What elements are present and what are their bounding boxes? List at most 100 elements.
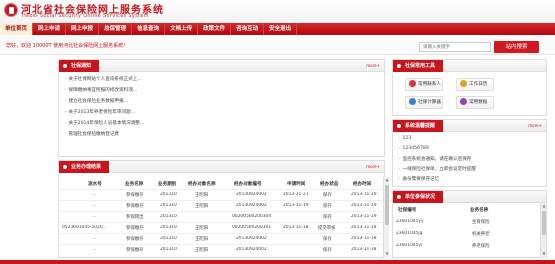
site-header: 河北省社会保险网上服务系统 Hebei Social Security Onli… — [0, 0, 555, 23]
table-row: … — [92, 192, 97, 197]
table-cell: 保存 — [323, 215, 332, 220]
announcement-item[interactable]: 关于2014年保险人员基本情况调整... — [65, 120, 144, 126]
nav-policy-files[interactable]: 政策文件 — [198, 23, 232, 35]
nav-info-query[interactable]: 信息查询 — [132, 23, 166, 35]
scroll-down-icon[interactable]: ▼ — [541, 251, 547, 257]
announcements-panel: 社保通知 more+ 关于社保网站个人查询系统正式上... 保障缴纳事宜所报的修… — [58, 59, 385, 157]
calendar-tool-button[interactable]: 工作日历 — [456, 78, 494, 91]
table-cell: 王昭阳 — [195, 226, 209, 231]
insured-status-title: 单位参保状况 — [393, 191, 444, 203]
calendar-icon — [460, 80, 467, 87]
announcement-item[interactable]: 关于社保网站个人查询系统正式上... — [65, 76, 141, 82]
scroll-down-icon[interactable]: ▼ — [384, 251, 390, 257]
nav-consult[interactable]: 咨询互动 — [231, 23, 265, 35]
table-cell: 保存 — [323, 248, 332, 253]
nav-insurance-manage[interactable]: 总保管理 — [99, 23, 133, 35]
table-cell: 2013-11-19 — [283, 203, 309, 208]
table-cell[interactable]: 参保缴存 — [126, 203, 144, 209]
nav-home[interactable]: 单位首页 — [0, 23, 34, 35]
tool-label: 常用联系人 — [418, 82, 441, 87]
message-item[interactable]: 一线保险社保单，立即会议定时提醒 — [399, 166, 476, 172]
announcement-item[interactable]: 建立社会保险业务数据申报... — [65, 98, 128, 104]
row-divider — [58, 233, 385, 234]
search-button[interactable]: 站内搜索 — [494, 41, 539, 53]
table-cell[interactable]: 参保转出 — [126, 214, 144, 220]
table-cell[interactable]: 参保缴存 — [126, 236, 144, 242]
table-cell: 王昭阳 — [195, 193, 209, 198]
data-icon — [460, 98, 467, 105]
scroll-up-icon[interactable]: ▲ — [384, 177, 390, 183]
data-tool-button[interactable]: 常用数据 — [456, 96, 494, 109]
table-cell: 2013-11-18 — [283, 225, 309, 230]
nav-doc-upload[interactable]: 文档上传 — [165, 23, 199, 35]
table-cell: 2013-11-19 — [351, 203, 377, 208]
business-results-title: 业务办理结果 — [59, 161, 110, 173]
logo-icon — [4, 3, 18, 17]
col-apply-time: 申请时间 — [287, 182, 306, 187]
announcements-more-link[interactable]: more+ — [366, 63, 380, 68]
table-cell: 201310 — [160, 214, 177, 219]
insured-status-header: 单位参保状况 — [393, 191, 546, 203]
tool-label: 社保计算器 — [418, 100, 441, 105]
tools-header: 社保常用工具 — [393, 60, 546, 72]
table-cell: 2013-11-21 — [283, 192, 309, 197]
scroll-thumb[interactable] — [542, 211, 546, 235]
table-scrollbar[interactable]: ▲ ▼ — [383, 177, 389, 258]
announcement-item[interactable]: 关于2013年养老保险年审问题... — [65, 109, 135, 115]
row-divider — [58, 211, 385, 212]
announcement-item[interactable]: 管理社会保险缴纳登记费 — [65, 131, 119, 137]
search-input[interactable] — [419, 42, 491, 52]
table-cell: 201310 — [160, 247, 177, 252]
table-cell: 201310 — [160, 192, 177, 197]
business-results-header: 业务办理结果 more+ — [59, 161, 384, 173]
col-insured-business: 业务名称 — [470, 208, 489, 213]
insured-scrollbar[interactable]: ▲ ▼ — [540, 203, 546, 258]
nav-logout[interactable]: 安全退出 — [264, 23, 298, 35]
message-item[interactable]: 监控系统会通知，请在确认后保存 — [399, 156, 471, 162]
message-item[interactable]: 123456789 — [399, 146, 428, 151]
table-cell[interactable]: 参保缴存 — [126, 192, 144, 198]
col-business-name: 业务名称 — [125, 182, 144, 187]
list-item: 生育保险 — [472, 220, 490, 225]
table-cell: 201310 — [160, 203, 177, 208]
tool-label: 工作日历 — [469, 82, 488, 87]
contacts-tool-button[interactable]: 常用联系人 — [405, 78, 443, 91]
table-cell: 王昭阳 — [195, 237, 209, 242]
col-insured-id: 社保编号 — [398, 208, 417, 213]
message-item[interactable]: 备份需要保存记忆 — [399, 176, 439, 182]
col-period: 业务期别 — [158, 182, 177, 187]
col-handle-time: 经办时间 — [353, 182, 372, 187]
calculator-tool-button[interactable]: 社保计算器 — [405, 96, 443, 109]
table-cell: 2013-11-18 — [351, 225, 377, 230]
table-cell: 2013-11-19 — [351, 192, 377, 197]
col-status: 经办状态 — [320, 182, 339, 187]
table-cell: 20130924002 — [236, 192, 267, 197]
scroll-thumb[interactable] — [385, 185, 389, 225]
table-cell: 保存 — [323, 193, 332, 198]
table-cell: 201310 — [160, 236, 177, 241]
col-object-name: 经办对象名称 — [188, 182, 216, 187]
tools-title: 社保常用工具 — [393, 60, 444, 72]
table-row: 0523601045-1020... — [62, 225, 107, 230]
table-cell: 2013-11-18 — [351, 236, 377, 241]
table-row: … — [92, 247, 97, 252]
messages-more-link[interactable]: more+ — [528, 123, 542, 128]
row-divider — [58, 189, 385, 190]
message-item[interactable]: 123 — [399, 136, 411, 141]
business-more-link[interactable]: more+ — [366, 164, 380, 169]
table-cell[interactable]: 参保缴存 — [126, 247, 144, 253]
table-cell: 保存 — [323, 237, 332, 242]
messages-panel: 系统温馨提醒 more+ 123 123456789 监控系统会通知，请在确认后… — [392, 119, 547, 187]
table-cell[interactable]: 参保缴存 — [126, 225, 144, 231]
messages-header: 系统温馨提醒 more+ — [393, 120, 546, 132]
list-item: 养老保险 — [472, 244, 490, 249]
calculator-icon — [409, 98, 416, 105]
table-cell: 2013-11-19 — [351, 214, 377, 219]
announcement-item[interactable]: 保障缴纳事宜所报的修改资料须... — [65, 87, 137, 93]
table-cell: 20130924002 — [236, 203, 267, 208]
scroll-up-icon[interactable]: ▲ — [541, 203, 547, 209]
table-row: … — [92, 236, 97, 241]
nav-online-declare[interactable]: 网上申报 — [66, 23, 100, 35]
nav-online-apply[interactable]: 网上申请 — [33, 23, 67, 35]
table-cell: 201310 — [160, 225, 177, 230]
